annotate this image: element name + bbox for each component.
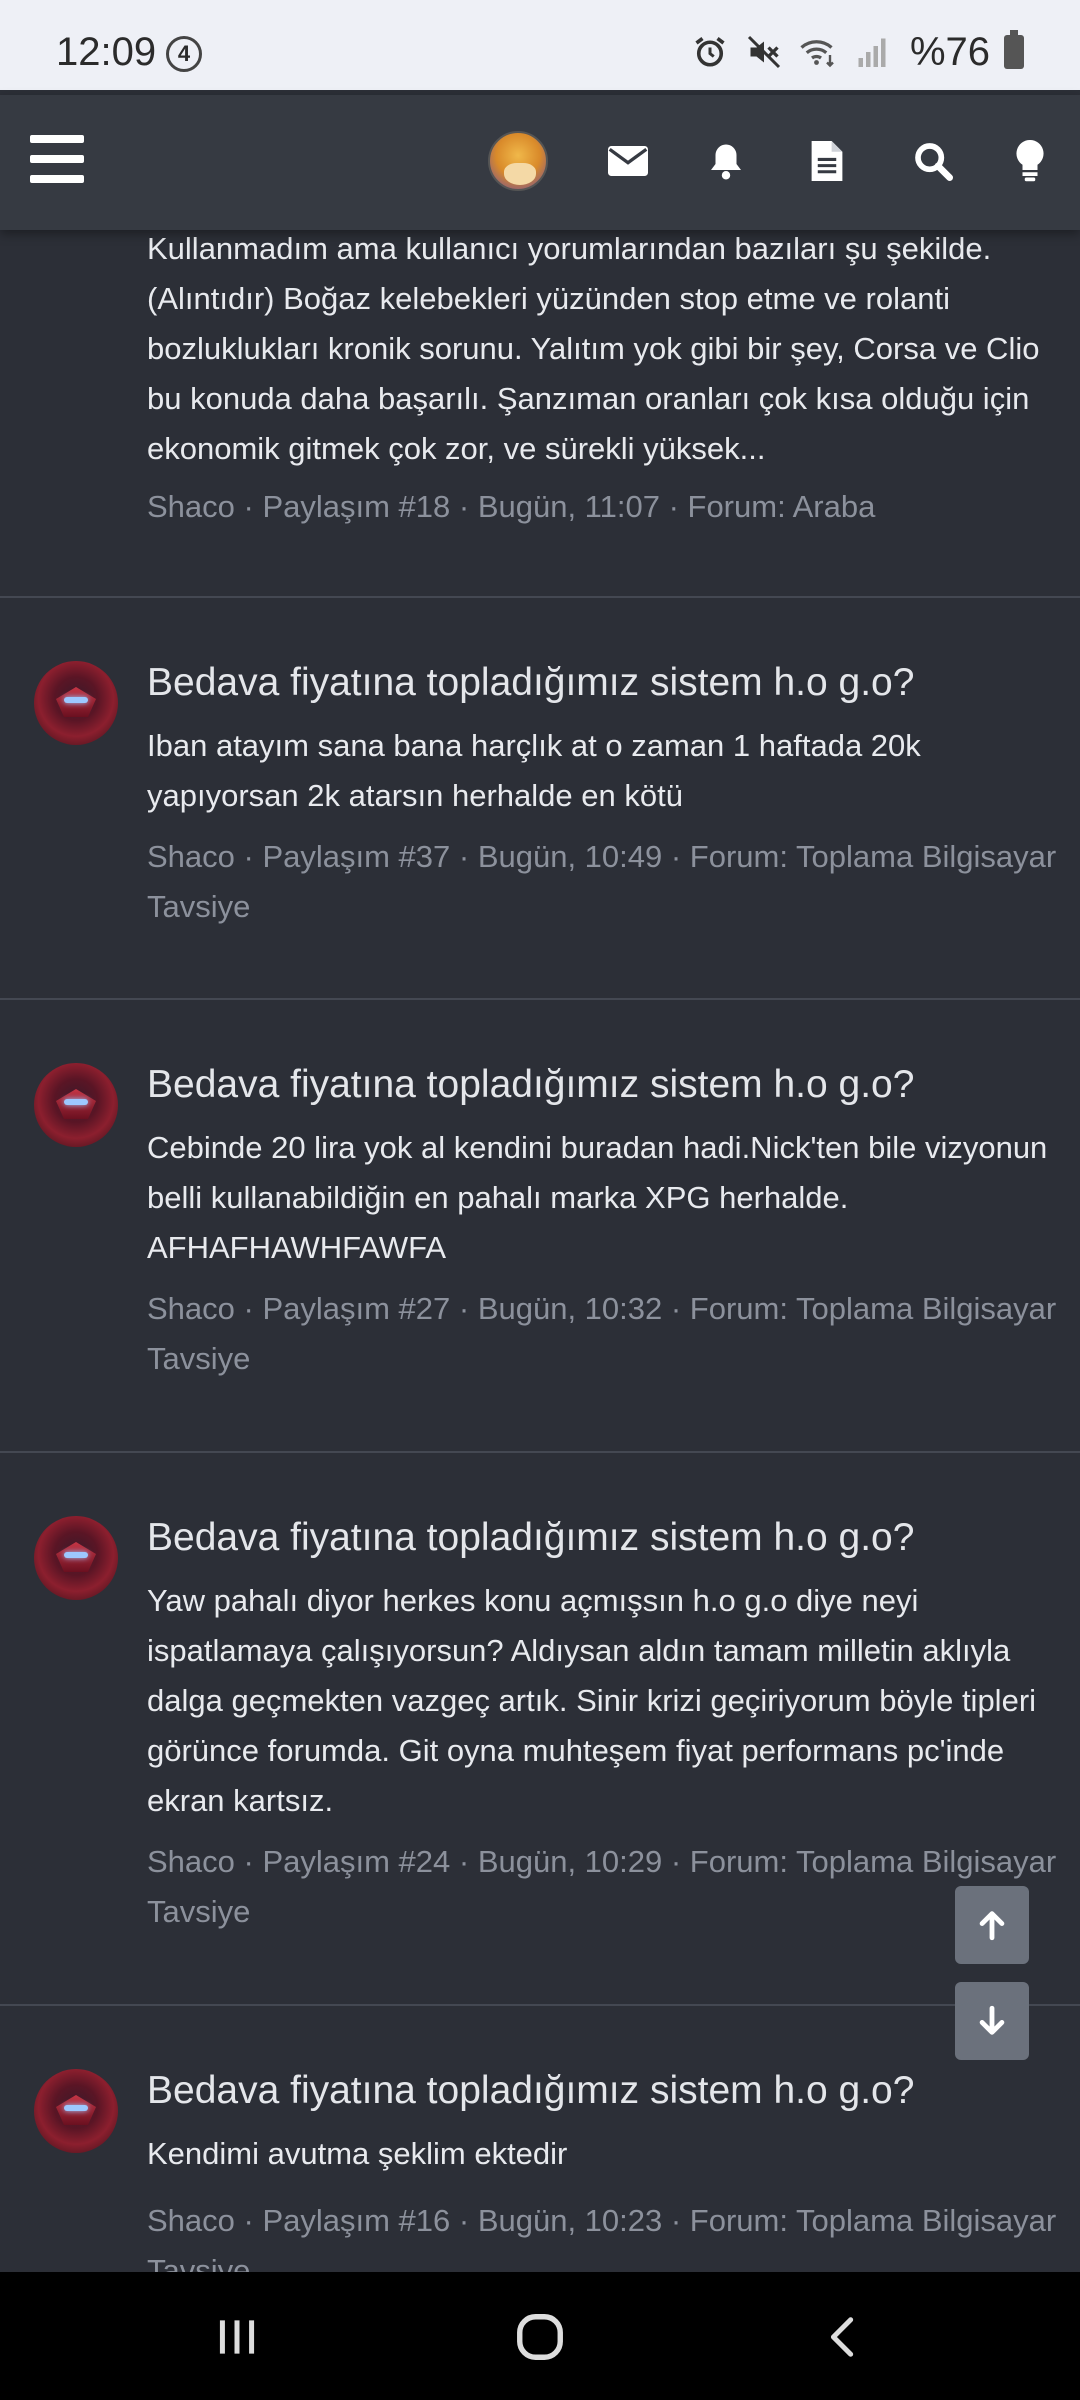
alarm-icon (690, 32, 730, 72)
avatar[interactable] (34, 1063, 118, 1147)
list-item: Bedava fiyatına topladığımız sistem h.o … (0, 598, 1080, 1000)
search-icon[interactable] (903, 131, 963, 191)
list-item: Bedava fiyatına topladığımız sistem h.o … (0, 1000, 1080, 1453)
post-snippet: Yaw pahalı diyor herkes konu açmışsın h.… (147, 1583, 1037, 1818)
wifi-icon (798, 32, 838, 72)
post-meta[interactable]: Shaco · Paylaşım #27 · Bugün, 10:32 · Fo… (147, 1284, 1057, 1384)
mute-icon (744, 32, 784, 72)
scroll-to-bottom-button[interactable] (955, 1982, 1029, 2060)
post-meta[interactable]: Shaco · Paylaşım #37 · Bugün, 10:49 · Fo… (147, 832, 1057, 932)
search-results-list: Kullanmadım ama kullanıcı yorumlarından … (0, 230, 1080, 2306)
user-avatar-button[interactable] (488, 131, 548, 191)
post-title-link[interactable]: Bedava fiyatına topladığımız sistem h.o … (147, 1063, 914, 1107)
list-item: Bedava fiyatına topladığımız sistem h.o … (0, 1453, 1080, 2006)
post-title-link[interactable]: Bedava fiyatına topladığımız sistem h.o … (147, 2069, 914, 2113)
document-icon[interactable] (797, 131, 857, 191)
post-title-link[interactable]: Bedava fiyatına topladığımız sistem h.o … (147, 1516, 914, 1560)
post-snippet: Iban atayım sana bana harçlık at o zaman… (147, 728, 921, 813)
system-nav-bar (0, 2272, 1080, 2400)
back-icon[interactable] (803, 2302, 883, 2372)
top-nav-header (0, 95, 1080, 230)
list-item: Kullanmadım ama kullanıcı yorumlarından … (0, 230, 1080, 598)
status-icons: %76 (690, 28, 1024, 76)
arrow-down-icon (979, 2005, 1005, 2035)
post-meta[interactable]: Shaco · Paylaşım #24 · Bugün, 10:29 · Fo… (147, 1837, 1057, 1937)
home-icon[interactable] (500, 2302, 580, 2372)
avatar[interactable] (34, 2069, 118, 2153)
hamburger-menu-icon[interactable] (30, 135, 84, 183)
status-time: 12:09 (56, 30, 157, 74)
battery-percent: %76 (909, 29, 990, 74)
list-item: Bedava fiyatına topladığımız sistem h.o … (0, 2006, 1080, 2306)
post-snippet: Kendimi avutma şeklim ektedir (147, 2136, 568, 2171)
bell-icon[interactable] (696, 131, 756, 191)
battery-icon (1004, 30, 1024, 69)
post-snippet: Cebinde 20 lira yok al kendini buradan h… (147, 1130, 1048, 1265)
status-bar: 12:09 4 %76 (0, 0, 1080, 90)
avatar[interactable] (34, 661, 118, 745)
arrow-up-icon (979, 1911, 1005, 1941)
recent-apps-icon[interactable] (197, 2302, 277, 2372)
scroll-to-top-button[interactable] (955, 1886, 1029, 1964)
signal-icon (852, 32, 892, 72)
avatar (488, 131, 548, 191)
lightbulb-icon[interactable] (1000, 131, 1060, 191)
post-meta[interactable]: Shaco · Paylaşım #18 · Bugün, 11:07 · Fo… (147, 482, 1057, 532)
post-title-link[interactable]: Bedava fiyatına topladığımız sistem h.o … (147, 661, 914, 705)
avatar[interactable] (34, 1516, 118, 1600)
notification-count-badge: 4 (166, 36, 202, 72)
envelope-icon[interactable] (598, 131, 658, 191)
post-snippet: Kullanmadım ama kullanıcı yorumlarından … (147, 231, 1040, 466)
